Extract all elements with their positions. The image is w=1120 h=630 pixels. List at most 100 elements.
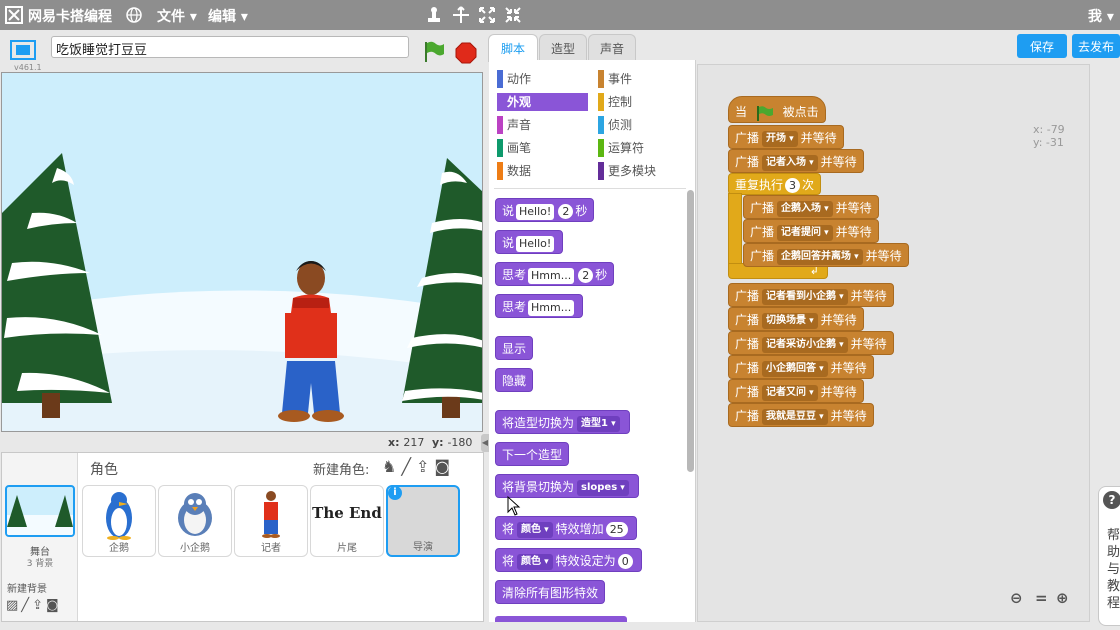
broadcast-and-wait-block[interactable]: 广播记者提问并等待	[743, 219, 879, 243]
category-sensing[interactable]: 侦测	[598, 116, 688, 134]
block-switch-backdrop[interactable]: 将背景切换为 slopes	[495, 474, 639, 498]
block-palette: 动作 外观 声音 画笔 数据 事件 控制 侦测 运算符 更多模块 说 Hello!…	[489, 60, 696, 622]
block-think[interactable]: 思考 Hmm...	[495, 294, 584, 318]
user-menu[interactable]: 我 ▾	[1088, 6, 1114, 26]
upload-backdrop-icon[interactable]: ⇪	[32, 598, 46, 613]
green-flag-icon[interactable]	[422, 40, 446, 64]
block-partial	[495, 616, 627, 622]
block-say-for-secs[interactable]: 说 Hello! 2 秒	[495, 198, 595, 222]
file-menu[interactable]: 文件 ▾	[157, 6, 197, 26]
broadcast-and-wait-block[interactable]: 广播企鹅回答并离场并等待	[743, 243, 909, 267]
sprite-library-icon[interactable]: ♞	[382, 457, 401, 476]
category-control[interactable]: 控制	[598, 93, 688, 111]
script-mouse-coords: x: -79 y: -31	[1033, 123, 1065, 149]
category-events[interactable]: 事件	[598, 70, 688, 88]
camera-backdrop-icon[interactable]: ◙	[46, 598, 62, 613]
sprite-name: 记者	[261, 543, 281, 554]
category-motion[interactable]: 动作	[497, 70, 587, 88]
stage-thumbnail[interactable]	[5, 485, 75, 537]
block-switch-costume[interactable]: 将造型切换为 造型1	[495, 410, 630, 434]
sprite-name: 小企鹅	[180, 543, 210, 554]
sprite-info-icon[interactable]: i	[388, 486, 402, 500]
scripts-area[interactable]: x: -79 y: -31 当 被点击 广播开场并等待 广播记者入场并等待 重复…	[697, 64, 1090, 622]
zoom-controls: ⊖ = ⊕	[1006, 589, 1078, 611]
sprite-name: 片尾	[337, 543, 357, 554]
broadcast-and-wait-block[interactable]: 广播记者采访小企鹅并等待	[728, 331, 894, 355]
broadcast-and-wait-block[interactable]: 广播记者又问并等待	[728, 379, 864, 403]
cut-icon[interactable]	[452, 6, 470, 24]
sprite-thumb-director[interactable]: i 导演	[386, 485, 460, 557]
globe-icon[interactable]	[126, 7, 142, 23]
fullscreen-icon	[10, 40, 36, 60]
fullscreen-button[interactable]	[8, 38, 38, 64]
green-flag-icon	[756, 105, 773, 121]
zoom-reset-icon[interactable]: =	[1035, 589, 1048, 607]
sprite-panel: 舞台 3 背景 新建背景 ▨╱⇪◙ 角色 新建角色: ♞╱⇪◙ 企鹅 小企鹅 记…	[1, 452, 484, 622]
stage-column: 舞台 3 背景 新建背景 ▨╱⇪◙	[2, 453, 78, 621]
block-change-effect[interactable]: 将颜色特效增加25	[495, 516, 637, 540]
block-show[interactable]: 显示	[495, 336, 534, 360]
help-icon[interactable]: ?	[1103, 491, 1120, 509]
help-tutorial-label: 帮助与教程	[1107, 528, 1120, 611]
new-sprite-icons: ♞╱⇪◙	[382, 457, 455, 476]
palette-scrollbar[interactable]	[687, 190, 694, 472]
edit-menu[interactable]: 编辑 ▾	[208, 6, 248, 26]
block-say[interactable]: 说 Hello!	[495, 230, 564, 254]
stage[interactable]	[1, 72, 483, 432]
duplicate-stamp-icon[interactable]	[426, 6, 442, 24]
paint-sprite-icon[interactable]: ╱	[401, 457, 416, 476]
tab-sounds[interactable]: 声音	[588, 34, 636, 60]
the-end-text: The End	[312, 504, 382, 522]
menu-bar: 网易卡搭编程 文件 ▾ 编辑 ▾ 我 ▾	[0, 0, 1120, 30]
block-think-for-secs[interactable]: 思考 Hmm... 2 秒	[495, 262, 615, 286]
sprite-thumb-penguin[interactable]: 企鹅	[82, 485, 156, 557]
save-button[interactable]: 保存	[1017, 34, 1067, 58]
broadcast-and-wait-block[interactable]: 广播我就是豆豆并等待	[728, 403, 874, 427]
broadcast-and-wait-block[interactable]: 广播小企鹅回答并等待	[728, 355, 874, 379]
block-next-costume[interactable]: 下一个造型	[495, 442, 570, 466]
zoom-out-icon[interactable]: ⊖	[1010, 589, 1023, 607]
category-looks[interactable]: 外观	[497, 93, 588, 111]
category-operators[interactable]: 运算符	[598, 139, 688, 157]
kada-logo-icon[interactable]	[5, 6, 23, 24]
sprite-thumb-reporter[interactable]: 记者	[234, 485, 308, 557]
help-panel[interactable]: ? 帮助与教程	[1098, 486, 1120, 626]
sprite-name: 导演	[413, 542, 433, 553]
broadcast-and-wait-block[interactable]: 广播记者入场并等待	[728, 149, 864, 173]
broadcast-and-wait-block[interactable]: 广播记者看到小企鹅并等待	[728, 283, 894, 307]
broadcast-and-wait-block[interactable]: 广播开场并等待	[728, 125, 844, 149]
paint-backdrop-icon[interactable]: ╱	[21, 598, 32, 613]
broadcast-and-wait-block[interactable]: 广播切换场景并等待	[728, 307, 864, 331]
category-pen[interactable]: 画笔	[497, 139, 587, 157]
category-more-blocks[interactable]: 更多模块	[598, 162, 688, 180]
repeat-block-arm	[728, 193, 742, 265]
stage-mouse-coords: x: 217 y: -180	[388, 436, 473, 449]
broadcast-and-wait-block[interactable]: 广播企鹅入场并等待	[743, 195, 879, 219]
grow-icon[interactable]	[478, 6, 496, 24]
new-backdrop-label: 新建背景	[7, 584, 47, 595]
publish-button[interactable]: 去发布	[1072, 34, 1120, 58]
block-clear-effects[interactable]: 清除所有图形特效	[495, 580, 606, 604]
backdrop-library-icon[interactable]: ▨	[6, 598, 21, 613]
block-hide[interactable]: 隐藏	[495, 368, 534, 392]
sprite-name: 企鹅	[109, 543, 129, 554]
zoom-in-icon[interactable]: ⊕	[1056, 589, 1069, 607]
sprites-header: 角色	[90, 462, 118, 478]
project-title-input[interactable]: 吃饭睡觉打豆豆	[51, 36, 409, 58]
collapse-stage-handle[interactable]: ◀	[481, 434, 489, 452]
stop-icon[interactable]	[455, 42, 477, 64]
tab-costumes[interactable]: 造型	[539, 34, 587, 60]
new-sprite-label: 新建角色:	[313, 463, 370, 478]
category-data[interactable]: 数据	[497, 162, 587, 180]
tab-scripts[interactable]: 脚本	[488, 34, 538, 62]
upload-sprite-icon[interactable]: ⇪	[416, 457, 434, 476]
sprite-thumb-ending[interactable]: The End 片尾	[310, 485, 384, 557]
repeat-block-header: 重复执行 3 次	[728, 173, 822, 195]
when-flag-clicked-block[interactable]: 当 被点击	[728, 96, 826, 123]
camera-sprite-icon[interactable]: ◙	[434, 457, 455, 476]
brand-name[interactable]: 网易卡搭编程	[28, 6, 112, 26]
sprite-thumb-little-penguin[interactable]: 小企鹅	[158, 485, 232, 557]
category-sound[interactable]: 声音	[497, 116, 587, 134]
shrink-icon[interactable]	[504, 6, 522, 24]
block-set-effect[interactable]: 将颜色特效设定为0	[495, 548, 642, 572]
